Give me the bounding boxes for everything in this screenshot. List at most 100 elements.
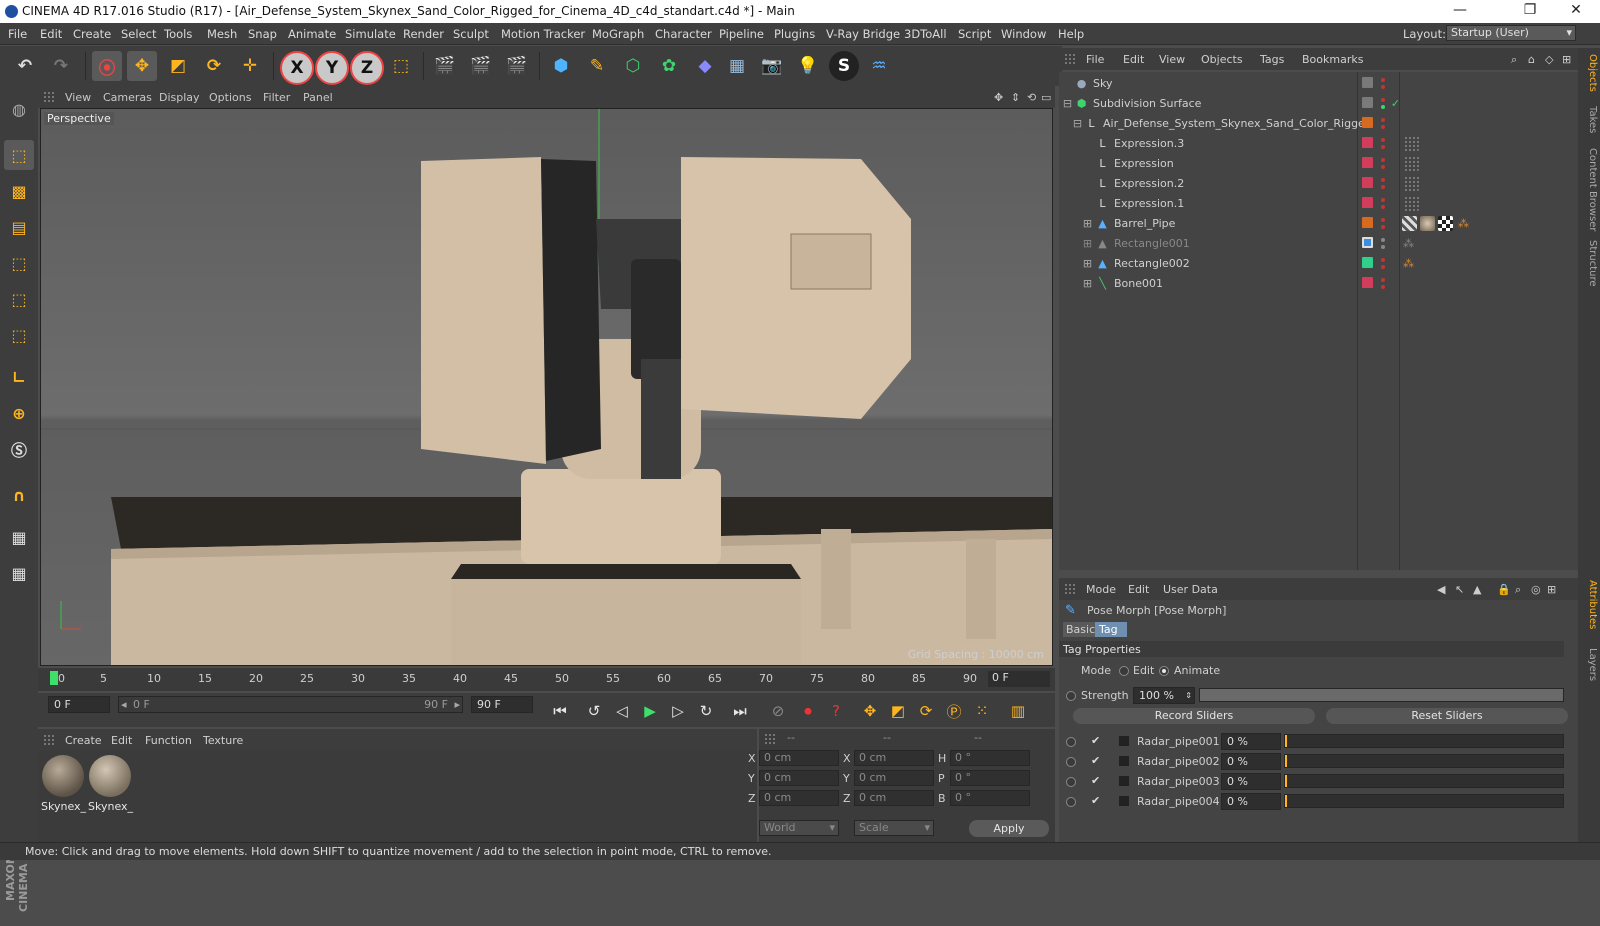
- checkbox-icon[interactable]: ✔: [1091, 754, 1100, 767]
- viewport-menu-filter[interactable]: Filter: [263, 91, 290, 104]
- objects-menu-bookmarks[interactable]: Bookmarks: [1302, 53, 1363, 66]
- timeline-window-icon[interactable]: ▥: [1006, 699, 1030, 723]
- collapse-toggle-icon[interactable]: ⊟: [1061, 97, 1074, 110]
- scale-tool-button[interactable]: ◩: [163, 51, 193, 81]
- viewport-zoom-icon[interactable]: ⇕: [1011, 91, 1020, 104]
- material-label[interactable]: Skynex_: [41, 800, 86, 813]
- key-rotation-icon[interactable]: ⟳: [914, 699, 938, 723]
- panel-grip-icon[interactable]: [1064, 583, 1076, 595]
- vray-icon[interactable]: S: [829, 51, 859, 81]
- cursor-arrow-icon[interactable]: ↖: [1455, 583, 1464, 596]
- render-picture-viewer-button[interactable]: 🎬: [466, 51, 496, 81]
- size-z-field[interactable]: 0 cm: [854, 790, 934, 806]
- expand-toggle-icon[interactable]: ⊞: [1081, 257, 1094, 270]
- object-row-barrel-pipe[interactable]: ⊞ ▲ Barrel_Pipe ⁂: [1059, 214, 1578, 234]
- next-frame-icon[interactable]: ▷: [666, 699, 690, 723]
- enabled-check-icon[interactable]: ✓: [1389, 97, 1402, 110]
- strength-slider[interactable]: [1199, 688, 1564, 702]
- material-tag-icon[interactable]: [1420, 216, 1435, 231]
- editor-visibility-dot[interactable]: [1381, 198, 1385, 202]
- attributes-menu-edit[interactable]: Edit: [1128, 583, 1149, 596]
- menu-create[interactable]: Create: [73, 27, 111, 41]
- object-row-rectangle002[interactable]: ⊞ ▲ Rectangle002 ⁂: [1059, 254, 1578, 274]
- pose-morph-tag-icon[interactable]: ⁂: [1402, 257, 1415, 270]
- up-arrow-icon[interactable]: ▲: [1473, 583, 1481, 596]
- editor-visibility-dot[interactable]: [1381, 138, 1385, 142]
- checkbox-icon[interactable]: ✔: [1091, 774, 1100, 787]
- menu-mesh[interactable]: Mesh: [207, 27, 237, 41]
- layer-color-swatch[interactable]: [1362, 277, 1373, 288]
- reset-sliders-button[interactable]: Reset Sliders: [1326, 708, 1568, 724]
- layer-color-swatch[interactable]: [1362, 77, 1373, 88]
- menu-tools[interactable]: Tools: [164, 27, 192, 41]
- key-parameter-icon[interactable]: Ⓟ: [942, 699, 966, 723]
- live-selection-button[interactable]: ⦿: [92, 51, 122, 81]
- render-visibility-dot[interactable]: [1381, 265, 1385, 269]
- 3d-viewport[interactable]: Perspective Grid Spacing : 10000 cm: [40, 108, 1053, 666]
- layer-color-swatch[interactable]: [1362, 137, 1373, 148]
- go-to-start-icon[interactable]: ⏮: [548, 699, 572, 723]
- slider-handle[interactable]: [1285, 755, 1287, 767]
- panel-grip-icon[interactable]: [43, 91, 55, 103]
- camera-icon[interactable]: 📷: [757, 51, 787, 81]
- viewport-maximize-icon[interactable]: ▭: [1041, 91, 1051, 104]
- minimize-button[interactable]: —: [1450, 2, 1470, 18]
- timeline-ruler[interactable]: 0 5 10 15 20 25 30 35 40 45 50 55 60 65 …: [38, 668, 1055, 691]
- menu-sculpt[interactable]: Sculpt: [453, 27, 489, 41]
- attributes-menu-user-data[interactable]: User Data: [1163, 583, 1218, 596]
- polygons-mode-icon[interactable]: ⬚: [4, 320, 34, 350]
- object-row-expression[interactable]: L Expression: [1059, 154, 1578, 174]
- search-icon[interactable]: ⌕: [1511, 53, 1517, 67]
- edges-mode-icon[interactable]: ⬚: [4, 284, 34, 314]
- collapse-toggle-icon[interactable]: ⊟: [1071, 117, 1084, 130]
- material-menu-edit[interactable]: Edit: [111, 734, 132, 747]
- cube-object-icon[interactable]: ⬢: [546, 51, 576, 81]
- slider-handle[interactable]: [1285, 735, 1287, 747]
- morph-slider[interactable]: [1284, 774, 1564, 788]
- rotation-h-field[interactable]: 0 °: [950, 750, 1030, 766]
- menu-script[interactable]: Script: [958, 27, 991, 41]
- expand-toggle-icon[interactable]: ⊞: [1081, 277, 1094, 290]
- position-x-field[interactable]: 0 cm: [759, 750, 839, 766]
- next-key-icon[interactable]: ↻: [694, 699, 718, 723]
- viewport-menu-options[interactable]: Options: [209, 91, 251, 104]
- back-arrow-icon[interactable]: ◀: [1437, 583, 1445, 596]
- go-to-end-icon[interactable]: ⏭: [728, 699, 752, 723]
- viewport-menu-view[interactable]: View: [65, 91, 91, 104]
- slider-animate-toggle[interactable]: [1066, 737, 1076, 747]
- start-frame-field[interactable]: 0 F: [48, 696, 110, 713]
- record-sliders-button[interactable]: Record Sliders: [1073, 708, 1315, 724]
- material-menu-create[interactable]: Create: [65, 734, 102, 747]
- coordinate-space-dropdown[interactable]: World ▾: [759, 820, 839, 836]
- material-menu-function[interactable]: Function: [145, 734, 192, 747]
- close-button[interactable]: ✕: [1566, 2, 1586, 18]
- uvw-tag-icon[interactable]: [1438, 216, 1453, 231]
- tab-layers[interactable]: Layers: [1580, 648, 1598, 681]
- target-icon[interactable]: ◎: [1531, 583, 1541, 596]
- xpresso-tag-icon[interactable]: [1404, 156, 1419, 171]
- object-row-expression-3[interactable]: L Expression.3: [1059, 134, 1578, 154]
- render-visibility-dot[interactable]: [1381, 105, 1385, 109]
- rotation-p-field[interactable]: 0 °: [950, 770, 1030, 786]
- coordinate-system-button[interactable]: ⬚: [386, 51, 416, 81]
- tab-content-browser[interactable]: Content Browser: [1580, 148, 1598, 231]
- menu-select[interactable]: Select: [121, 27, 156, 41]
- slider-animate-toggle[interactable]: [1066, 797, 1076, 807]
- current-frame-field[interactable]: 0 F: [988, 671, 1050, 687]
- rotation-b-field[interactable]: 0 °: [950, 790, 1030, 806]
- layer-color-swatch[interactable]: [1362, 97, 1373, 108]
- position-y-field[interactable]: 0 cm: [759, 770, 839, 786]
- objects-menu-view[interactable]: View: [1159, 53, 1185, 66]
- frame-range-slider[interactable]: ◂ 0 F 90 F ▸: [118, 696, 463, 713]
- key-position-icon[interactable]: ✥: [858, 699, 882, 723]
- morph-value-field[interactable]: 0 %: [1221, 773, 1281, 790]
- texture-tag-icon[interactable]: [1402, 216, 1417, 231]
- render-visibility-dot[interactable]: [1381, 225, 1385, 229]
- new-window-icon[interactable]: ⊞: [1562, 53, 1571, 66]
- mode-animate-radio[interactable]: [1159, 666, 1169, 676]
- menu-render[interactable]: Render: [403, 27, 444, 41]
- viewport-rotate-icon[interactable]: ⟲: [1027, 91, 1036, 104]
- layer-color-swatch[interactable]: [1362, 177, 1373, 188]
- menu-animate[interactable]: Animate: [288, 27, 336, 41]
- slider-handle[interactable]: [1285, 775, 1287, 787]
